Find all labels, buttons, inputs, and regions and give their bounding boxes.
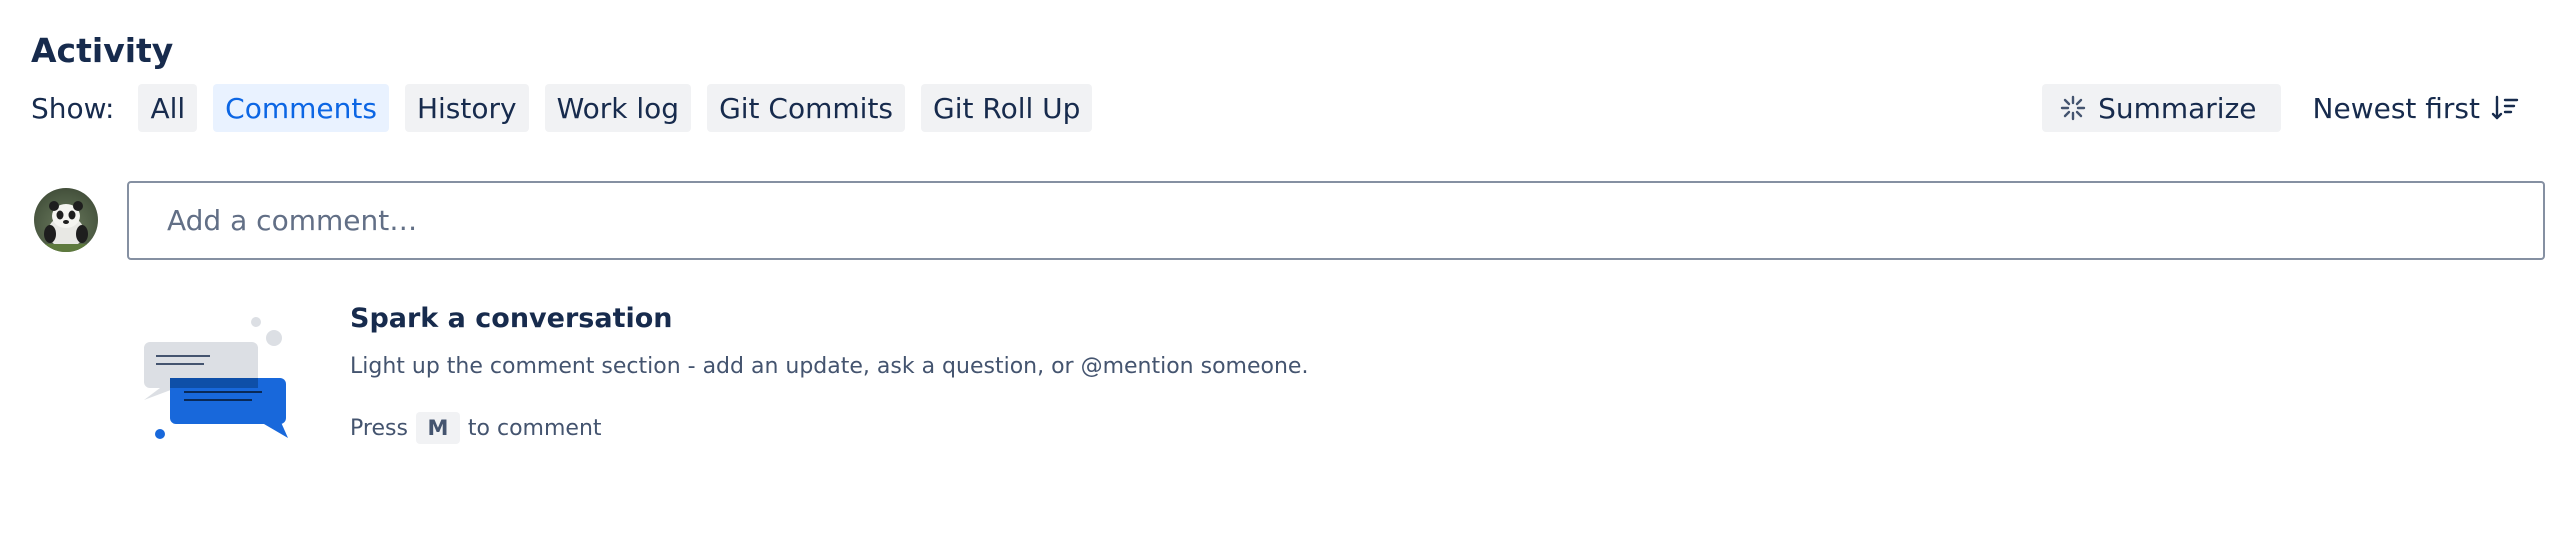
sort-order-label: Newest first [2312, 91, 2480, 125]
show-label: Show: [31, 91, 115, 125]
activity-filter-bar: Show: All Comments History Work log Git … [31, 84, 1108, 132]
comment-input[interactable] [127, 181, 2545, 260]
panda-avatar-icon [34, 201, 98, 252]
avatar[interactable] [34, 188, 98, 252]
keyboard-shortcut-hint: Press M to comment [350, 412, 602, 444]
empty-state-title: Spark a conversation [350, 303, 673, 334]
activity-heading: Activity [31, 31, 174, 70]
filter-comments[interactable]: Comments [213, 84, 389, 132]
summarize-label: Summarize [2098, 91, 2257, 125]
sort-order-button[interactable]: Newest first [2303, 84, 2530, 132]
filter-history[interactable]: History [404, 84, 529, 132]
ai-sparkle-icon [2060, 95, 2086, 121]
filter-git-roll-up[interactable]: Git Roll Up [921, 84, 1093, 132]
press-suffix: to comment [467, 415, 602, 441]
sort-descending-icon [2490, 93, 2520, 123]
filter-all[interactable]: All [138, 84, 198, 132]
filter-work-log[interactable]: Work log [544, 84, 692, 132]
activity-panel: Activity Show: All Comments History Work… [0, 0, 2566, 557]
press-prefix: Press [350, 415, 408, 441]
chat-bubbles-illustration-icon [140, 310, 300, 445]
activity-actions: Summarize Newest first [2042, 84, 2530, 132]
shortcut-key: M [415, 412, 460, 444]
filter-git-commits[interactable]: Git Commits [707, 84, 906, 132]
summarize-button[interactable]: Summarize [2042, 84, 2281, 132]
empty-state-description: Light up the comment section - add an up… [350, 354, 1309, 379]
